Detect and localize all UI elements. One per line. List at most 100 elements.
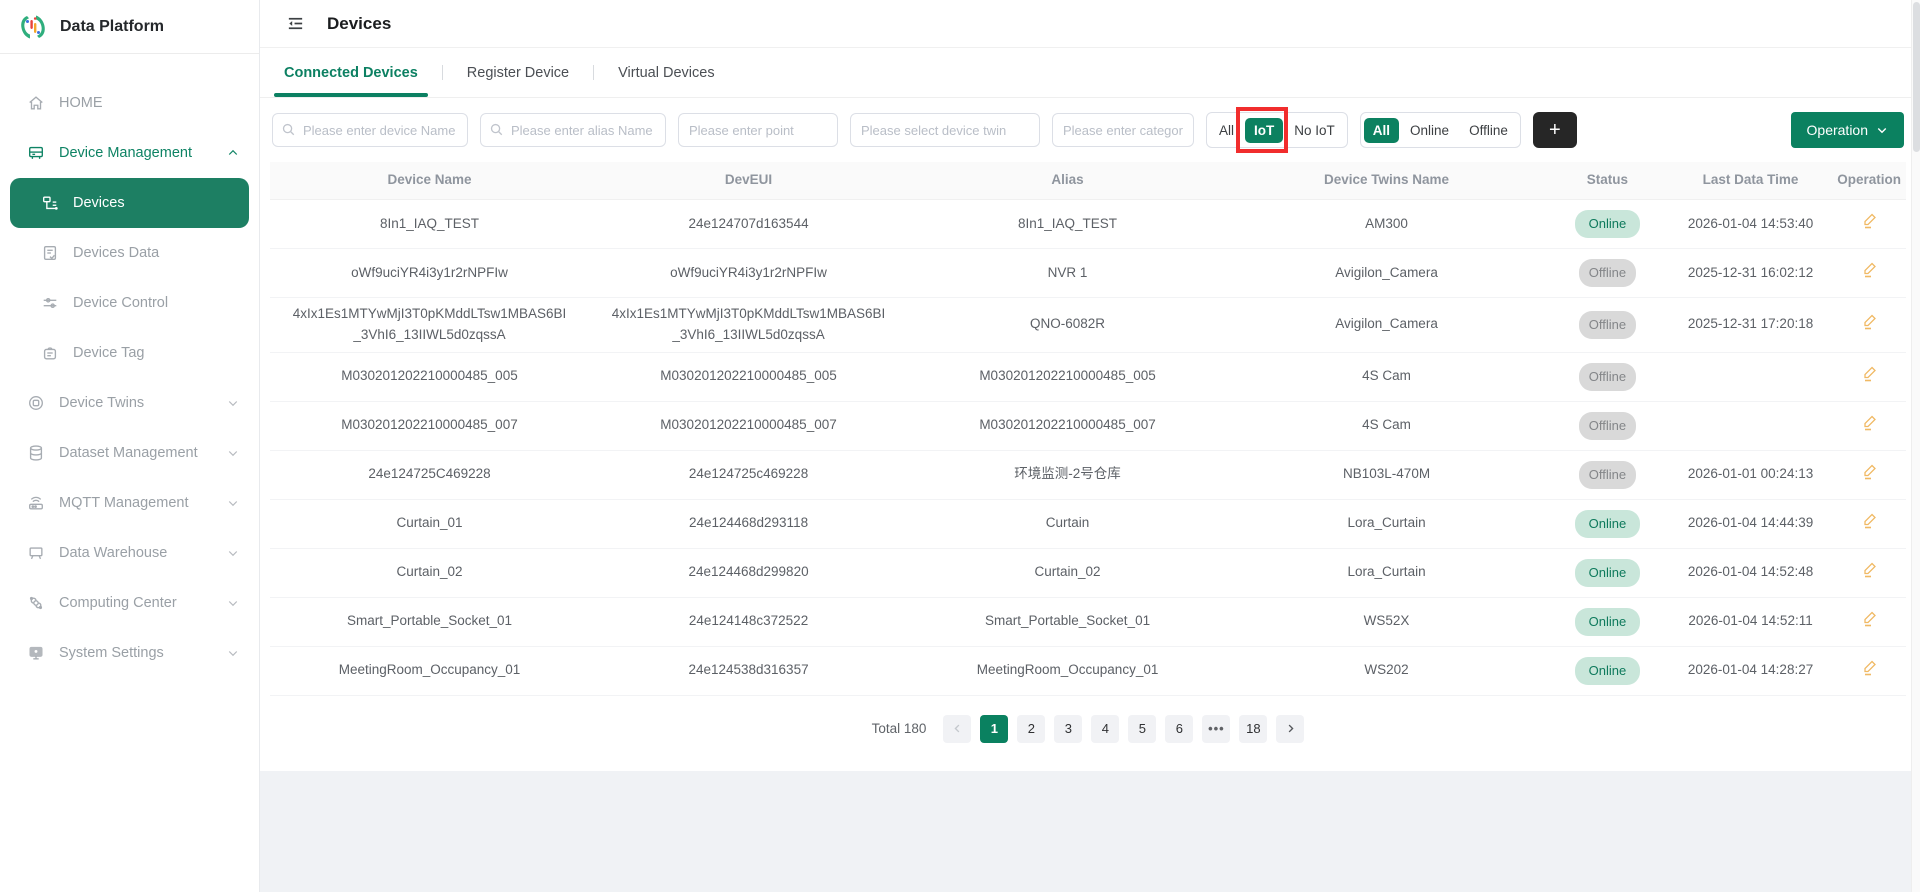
sidebar-item-mqtt-management[interactable]: MQTT Management [0,478,259,528]
tab-register-device[interactable]: Register Device [465,48,571,97]
dataset-management-icon [26,444,46,462]
device-control-icon [40,294,60,312]
sidebar-item-label: System Settings [59,645,164,661]
point-input[interactable] [678,113,838,147]
device-twin-select[interactable] [850,113,1040,147]
status-badge: Offline [1578,411,1637,440]
page-button[interactable]: 1 [980,714,1009,743]
column-header: Status [1586,172,1629,188]
sidebar-item-data-warehouse[interactable]: Data Warehouse [0,528,259,578]
operation-button[interactable]: Operation [1790,112,1904,148]
edit-icon[interactable] [1861,659,1878,676]
iot-filter-all[interactable]: All [1210,118,1243,143]
page-button[interactable]: 18 [1239,714,1268,743]
alias-name-input[interactable] [480,113,666,147]
sidebar-item-home[interactable]: HOME [0,78,259,128]
devices-icon [40,194,60,212]
sidebar-item-device-management[interactable]: Device Management [0,128,259,178]
app-title: Data Platform [60,17,165,35]
add-device-button[interactable]: + [1532,112,1577,148]
prev-page-button[interactable] [943,714,972,743]
page-button[interactable]: 3 [1054,714,1083,743]
edit-icon[interactable] [1861,313,1878,330]
sidebar-menu: HOME Device Management Devices Devices D… [0,54,259,678]
tabs-bar: Connected Devices Register Device Virtua… [260,48,1920,98]
sidebar-item-device-twins[interactable]: Device Twins [0,378,259,428]
column-header: Operation [1837,172,1902,188]
table-row: M030201202210000485_005 M030201202210000… [270,353,1906,402]
iot-filter-no-iot[interactable]: No IoT [1285,118,1344,143]
category-input[interactable] [1052,113,1194,147]
chevron-up-icon [227,147,239,159]
status-badge: Offline [1578,362,1637,391]
status-filter-offline[interactable]: Offline [1460,118,1517,143]
sidebar-item-device-tag[interactable]: Device Tag [0,328,259,378]
edit-icon[interactable] [1861,463,1878,480]
search-icon [281,122,296,137]
page-button[interactable]: 5 [1128,714,1157,743]
table-row: Curtain_02 24e124468d299820 Curtain_02 L… [270,549,1906,598]
tab-connected-devices[interactable]: Connected Devices [274,48,428,97]
sidebar: Data Platform HOME Device Management Dev… [0,0,260,892]
more-pages-button[interactable]: ••• [1202,714,1231,743]
sidebar-item-system-settings[interactable]: System Settings [0,628,259,678]
page-button[interactable]: 6 [1165,714,1194,743]
edit-icon[interactable] [1861,512,1878,529]
pagination-total: Total 180 [871,721,927,737]
menu-fold-icon[interactable] [286,14,305,33]
device-tag-icon [40,344,60,362]
sidebar-item-label: Data Warehouse [59,545,168,561]
chevron-down-icon [227,547,239,559]
device-twins-icon [26,394,46,412]
status-badge: Online [1574,558,1641,587]
mqtt-management-icon [26,494,46,512]
status-badge: Online [1574,509,1641,538]
status-filter-online[interactable]: Online [1401,118,1458,143]
data-warehouse-icon [26,544,46,562]
app-layout: Data Platform HOME Device Management Dev… [0,0,1920,892]
point-filter [678,113,838,147]
scrollbar[interactable] [1911,0,1920,892]
status-badge: Online [1574,656,1641,685]
edit-icon[interactable] [1861,365,1878,382]
page-title: Devices [327,13,392,33]
sidebar-item-computing-center[interactable]: Computing Center [0,578,259,628]
next-page-button[interactable] [1276,714,1305,743]
chevron-down-icon [227,597,239,609]
edit-icon[interactable] [1861,261,1878,278]
column-header: DevEUI [724,172,773,188]
main-area: Devices Connected Devices Register Devic… [260,0,1920,892]
status-badge: Online [1574,209,1641,239]
table-row: 4xIx1Es1MTYwMjI3T0pKMddLTsw1MBAS6BI _3VhI… [270,298,1906,353]
column-header: Device Twins Name [1324,172,1450,188]
alias-name-filter [480,113,666,147]
sidebar-item-label: Devices Data [73,245,160,261]
edit-icon[interactable] [1861,414,1878,431]
status-badge: Offline [1578,258,1637,288]
edit-icon[interactable] [1861,610,1878,627]
status-badge: Offline [1578,460,1637,489]
filter-bar: All IoT No IoT All Online Offline + Oper… [270,98,1906,160]
edit-icon[interactable] [1861,212,1878,229]
home-icon [26,94,46,112]
column-header: Last Data Time [1702,172,1799,188]
device-name-input[interactable] [272,113,468,147]
search-icon [489,122,504,137]
sidebar-item-dataset-management[interactable]: Dataset Management [0,428,259,478]
sidebar-item-devices[interactable]: Devices [10,178,249,228]
sidebar-item-device-control[interactable]: Device Control [0,278,259,328]
page-button[interactable]: 2 [1017,714,1046,743]
sidebar-item-label: Device Tag [73,345,145,361]
sidebar-item-label: Dataset Management [59,445,198,461]
page-button[interactable]: 4 [1091,714,1120,743]
tab-divider [593,65,595,80]
edit-icon[interactable] [1861,561,1878,578]
logo-row: Data Platform [0,0,259,54]
scrollbar-thumb[interactable] [1913,2,1920,152]
content-panel: All IoT No IoT All Online Offline + Oper… [260,98,1920,771]
tab-virtual-devices[interactable]: Virtual Devices [616,48,716,97]
iot-filter-iot[interactable]: IoT [1236,106,1289,153]
status-filter-all[interactable]: All [1363,117,1400,143]
device-management-icon [26,144,46,162]
sidebar-item-devices-data[interactable]: Devices Data [0,228,259,278]
